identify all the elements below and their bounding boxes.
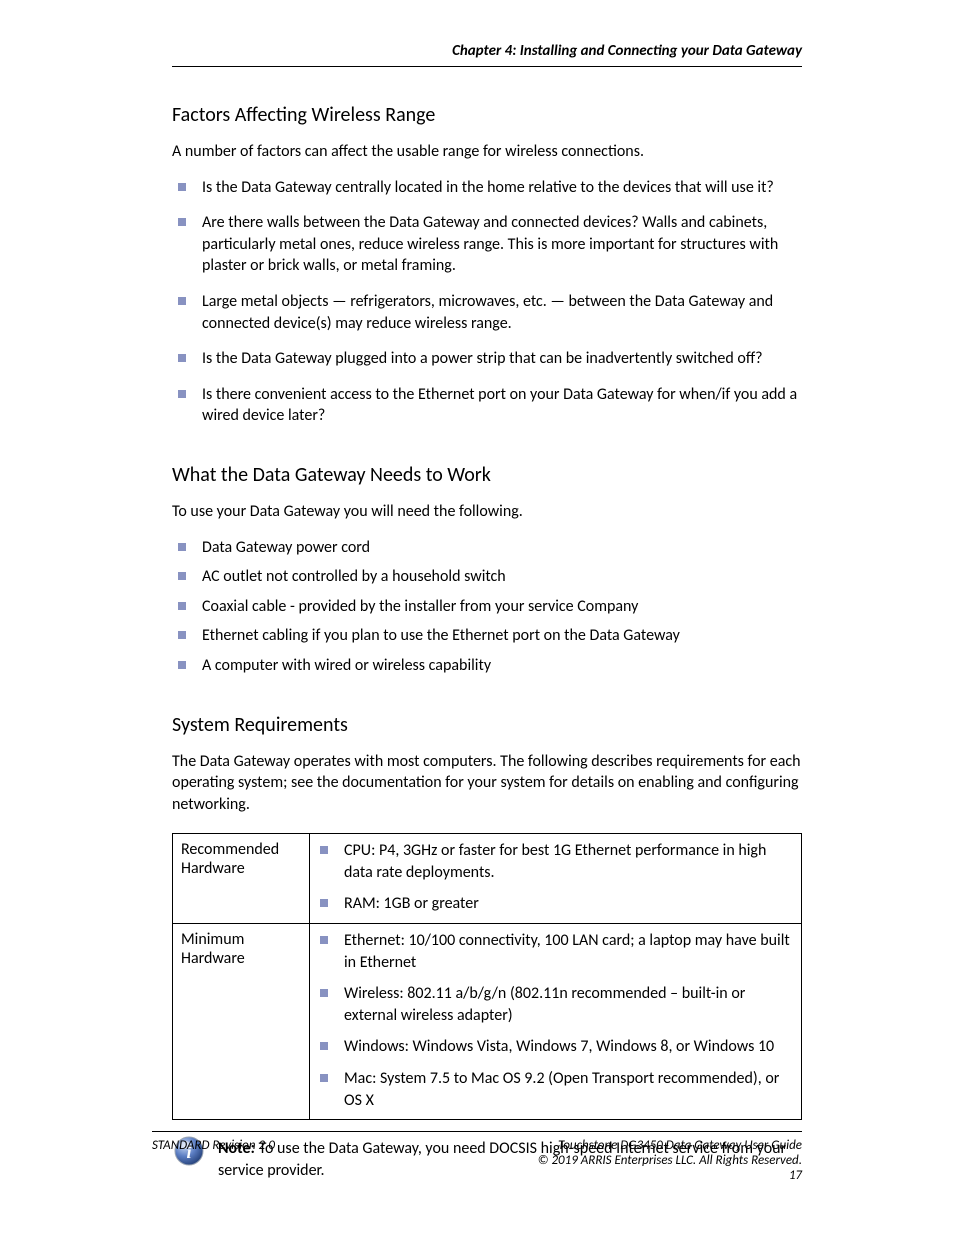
- table-row: Minimum Hardware Ethernet: 10/100 connec…: [173, 924, 802, 1120]
- section3-intro: The Data Gateway operates with most comp…: [172, 751, 802, 816]
- list-item: Is the Data Gateway centrally located in…: [176, 177, 802, 199]
- list-item: Mac: System 7.5 to Mac OS 9.2 (Open Tran…: [318, 1068, 793, 1111]
- section-title-factors: Factors Affecting Wireless Range: [172, 103, 802, 127]
- chapter-title: Chapter 4: Installing and Connecting you…: [452, 42, 802, 60]
- list-item: RAM: 1GB or greater: [318, 893, 793, 915]
- footer-copyright: © 2019 ARRIS Enterprises LLC. All Rights…: [538, 1153, 802, 1168]
- cell-recommended-label: Recommended Hardware: [173, 834, 310, 924]
- section2-intro: To use your Data Gateway you will need t…: [172, 501, 802, 523]
- footer-left: STANDARD Revision 2.0: [152, 1138, 275, 1183]
- section-title-needs: What the Data Gateway Needs to Work: [172, 463, 802, 487]
- list-item: Are there walls between the Data Gateway…: [176, 212, 802, 277]
- factors-list: Is the Data Gateway centrally located in…: [176, 177, 802, 427]
- cell-recommended-items: CPU: P4, 3GHz or faster for best 1G Ethe…: [310, 834, 802, 924]
- list-item: AC outlet not controlled by a household …: [176, 566, 802, 588]
- list-item: Is the Data Gateway plugged into a power…: [176, 348, 802, 370]
- list-item: Data Gateway power cord: [176, 537, 802, 559]
- system-requirements-table: Recommended Hardware CPU: P4, 3GHz or fa…: [172, 833, 802, 1120]
- needs-list: Data Gateway power cord AC outlet not co…: [176, 537, 802, 677]
- list-item: A computer with wired or wireless capabi…: [176, 655, 802, 677]
- cell-minimum-items: Ethernet: 10/100 connectivity, 100 LAN c…: [310, 924, 802, 1120]
- list-item: CPU: P4, 3GHz or faster for best 1G Ethe…: [318, 840, 793, 883]
- page-header: Chapter 4: Installing and Connecting you…: [172, 42, 802, 67]
- list-item: Wireless: 802.11 a/b/g/n (802.11n recomm…: [318, 983, 793, 1026]
- footer-doc-title: Touchstone DG3450 Data Gateway User Guid…: [538, 1138, 802, 1153]
- section-title-sysreq: System Requirements: [172, 713, 802, 737]
- footer-right: Touchstone DG3450 Data Gateway User Guid…: [538, 1138, 802, 1183]
- page-footer: STANDARD Revision 2.0 Touchstone DG3450 …: [152, 1131, 802, 1183]
- list-item: Windows: Windows Vista, Windows 7, Windo…: [318, 1036, 793, 1058]
- footer-page-number: 17: [538, 1168, 802, 1183]
- table-row: Recommended Hardware CPU: P4, 3GHz or fa…: [173, 834, 802, 924]
- list-item: Ethernet cabling if you plan to use the …: [176, 625, 802, 647]
- section1-intro: A number of factors can affect the usabl…: [172, 141, 802, 163]
- list-item: Is there convenient access to the Ethern…: [176, 384, 802, 427]
- list-item: Coaxial cable - provided by the installe…: [176, 596, 802, 618]
- cell-minimum-label: Minimum Hardware: [173, 924, 310, 1120]
- list-item: Ethernet: 10/100 connectivity, 100 LAN c…: [318, 930, 793, 973]
- list-item: Large metal objects — refrigerators, mic…: [176, 291, 802, 334]
